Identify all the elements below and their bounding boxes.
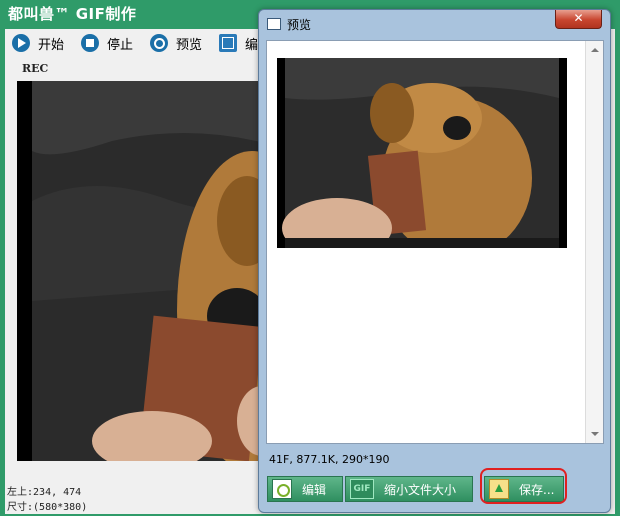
scissors-icon xyxy=(272,479,292,499)
window-icon xyxy=(267,18,281,30)
edit-button[interactable]: 编 xyxy=(219,32,258,54)
preview-content xyxy=(266,40,604,444)
dog-photo-large xyxy=(32,81,292,461)
size-label: 尺寸: xyxy=(7,502,34,513)
position-label: 左上: xyxy=(7,487,34,498)
edit-gif-label: 编辑 xyxy=(302,482,327,497)
close-button[interactable]: ✕ xyxy=(555,10,602,29)
gif-preview-image xyxy=(277,58,567,248)
size-readout: 尺寸:(580*380) xyxy=(7,498,87,513)
stop-icon xyxy=(81,34,99,52)
dog-photo-preview xyxy=(277,58,567,248)
edit-gif-button[interactable]: 编辑 xyxy=(267,476,343,502)
start-label: 开始 xyxy=(38,37,65,53)
play-icon xyxy=(12,34,30,52)
edit-label: 编 xyxy=(245,37,259,53)
position-readout: 左上:234, 474 xyxy=(7,483,81,498)
scroll-down-icon[interactable] xyxy=(591,432,599,436)
app-title: 都叫兽™ GIF制作 xyxy=(8,5,137,23)
capture-frame-edge xyxy=(17,81,32,461)
edit-icon xyxy=(219,34,237,52)
start-button[interactable]: 开始 xyxy=(12,32,64,54)
search-icon xyxy=(150,34,168,52)
capture-image[interactable] xyxy=(32,81,292,461)
shrink-size-label: 缩小文件大小 xyxy=(384,482,457,497)
rec-label: REC xyxy=(22,62,49,75)
size-value: (580*380) xyxy=(33,502,88,513)
gif-icon: GIF xyxy=(350,479,374,499)
shrink-size-button[interactable]: GIF 缩小文件大小 xyxy=(345,476,473,502)
preview-dialog: 预览 ✕ 41F, 877.1K, 290*190 编辑 GIF 缩小文件大小 … xyxy=(258,9,611,513)
preview-label: 预览 xyxy=(176,37,203,53)
stop-label: 停止 xyxy=(107,37,134,53)
stop-button[interactable]: 停止 xyxy=(81,32,133,54)
vertical-scrollbar[interactable] xyxy=(585,41,603,443)
close-icon: ✕ xyxy=(573,11,584,25)
preview-button[interactable]: 预览 xyxy=(150,32,202,54)
scroll-up-icon[interactable] xyxy=(591,48,599,52)
gif-info: 41F, 877.1K, 290*190 xyxy=(269,453,390,466)
save-highlight-annotation xyxy=(480,468,567,504)
position-value: 234, 474 xyxy=(33,487,82,498)
preview-title: 预览 xyxy=(287,18,312,32)
preview-titlebar[interactable]: 预览 ✕ xyxy=(259,10,610,38)
